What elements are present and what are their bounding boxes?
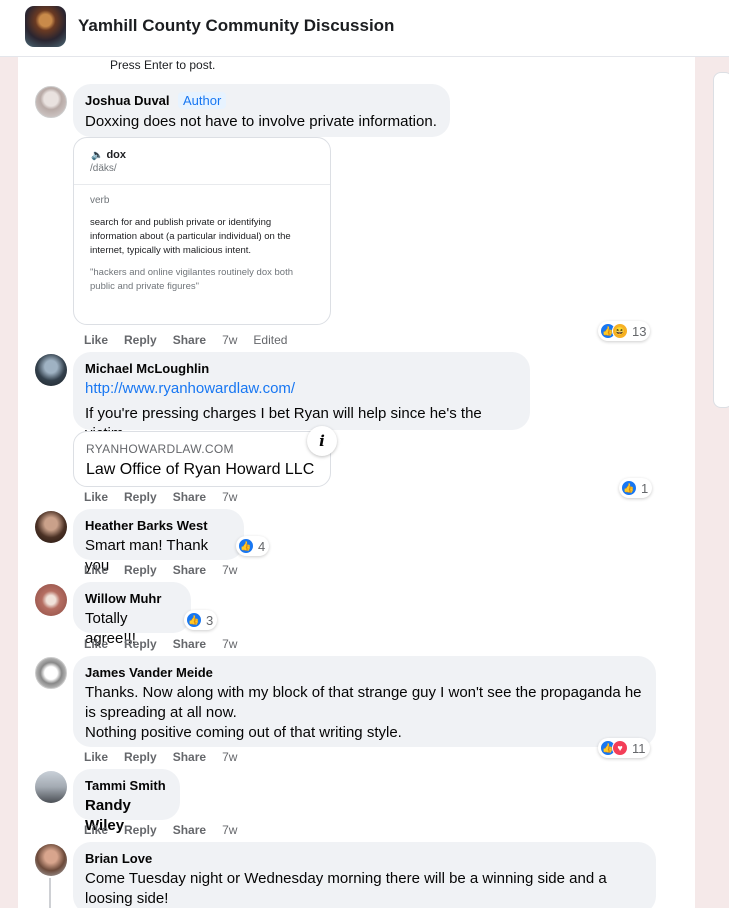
comment-author[interactable]: Tammi Smith [85, 778, 166, 793]
comment-actions: Like Reply Share 7w [84, 490, 253, 504]
share-button[interactable]: Share [173, 637, 206, 651]
comment-actions: Like Reply Share 7w Edited [84, 333, 303, 347]
reaction-summary[interactable]: 👍 1 [619, 478, 653, 498]
reaction-count: 1 [641, 480, 649, 496]
link-preview-card[interactable]: RYANHOWARDLAW.COM Law Office of Ryan How… [73, 431, 331, 487]
timestamp[interactable]: 7w [222, 637, 237, 651]
share-button[interactable]: Share [173, 750, 206, 764]
comment-bubble: Heather Barks West Smart man! Thank you [73, 509, 244, 574]
dict-pronunciation: /däks/ [90, 163, 117, 174]
share-button[interactable]: Share [173, 563, 206, 577]
comment-bubble: James Vander Meide Thanks. Now along wit… [73, 656, 656, 747]
divider [74, 184, 330, 185]
reaction-summary[interactable]: 👍 4 [236, 536, 270, 556]
comment-actions: Like Reply Share 7w [84, 563, 253, 577]
composer-hint: Press Enter to post. [110, 58, 216, 72]
like-button[interactable]: Like [84, 750, 108, 764]
comment-bubble: Willow Muhr Totally agree!!! [73, 582, 191, 647]
group-title[interactable]: Yamhill County Community Discussion [78, 16, 394, 36]
timestamp[interactable]: 7w [222, 823, 237, 837]
reaction-summary[interactable]: 👍 3 [184, 610, 218, 630]
avatar[interactable] [35, 771, 67, 803]
dict-definition: search for and publish private or identi… [90, 217, 291, 256]
reply-button[interactable]: Reply [124, 637, 157, 651]
info-icon[interactable]: i [307, 426, 337, 456]
like-button[interactable]: Like [84, 563, 108, 577]
dictionary-card[interactable]: 🔈 dox /däks/ verb search for and publish … [73, 137, 331, 325]
reaction-count: 13 [632, 323, 647, 339]
like-button[interactable]: Like [84, 823, 108, 837]
dict-word-row: 🔈 dox [91, 149, 126, 161]
comment-author[interactable]: Brian Love [85, 851, 152, 866]
reply-button[interactable]: Reply [124, 490, 157, 504]
comment-bubble: Joshua Duval Author Doxxing does not hav… [73, 84, 450, 137]
comment-bubble: Tammi Smith Randy Wiley [73, 769, 180, 834]
avatar[interactable] [35, 86, 67, 118]
comment-actions: Like Reply Share 7w [84, 750, 253, 764]
share-button[interactable]: Share [173, 490, 206, 504]
avatar[interactable] [35, 584, 67, 616]
comment-text-line: is spreading at all now. [85, 704, 237, 721]
dict-part-of-speech: verb [90, 195, 110, 206]
thread-line [49, 878, 51, 908]
like-button[interactable]: Like [84, 490, 108, 504]
timestamp[interactable]: 7w [222, 490, 237, 504]
reply-button[interactable]: Reply [124, 823, 157, 837]
author-badge: Author [177, 92, 227, 109]
reply-button[interactable]: Reply [124, 333, 157, 347]
share-button[interactable]: Share [173, 333, 206, 347]
link-title: Law Office of Ryan Howard LLC [86, 461, 315, 478]
haha-reaction-icon: 😆 [612, 323, 628, 339]
comment-actions: Like Reply Share 7w [84, 823, 253, 837]
like-reaction-icon: 👍 [621, 480, 637, 496]
comment-bubble: Brian Love Come Tuesday night or Wednesd… [73, 842, 656, 908]
reply-button[interactable]: Reply [124, 563, 157, 577]
avatar[interactable] [35, 511, 67, 543]
comment-text-line: Come Tuesday night or Wednesday morning … [85, 870, 607, 887]
dict-example: "hackers and online vigilantes routinely… [90, 267, 293, 292]
like-button[interactable]: Like [84, 333, 108, 347]
timestamp[interactable]: 7w [222, 750, 237, 764]
avatar[interactable] [35, 844, 67, 876]
avatar[interactable] [35, 354, 67, 386]
comment-bubble: Michael McLoughlin http://www.ryanhoward… [73, 352, 530, 442]
comment-link[interactable]: http://www.ryanhowardlaw.com/ [85, 379, 518, 399]
dict-word: dox [106, 149, 127, 161]
link-domain: RYANHOWARDLAW.COM [86, 442, 234, 456]
edited-label[interactable]: Edited [253, 333, 287, 347]
timestamp[interactable]: 7w [222, 563, 237, 577]
comment-text-line: Nothing positive coming out of that writ… [85, 724, 402, 741]
reaction-count: 11 [632, 740, 646, 756]
comment-author[interactable]: Michael McLoughlin [85, 361, 209, 376]
comment-actions: Like Reply Share 7w [84, 637, 253, 651]
group-header: Yamhill County Community Discussion [0, 0, 729, 57]
speaker-icon[interactable]: 🔈 [91, 150, 103, 161]
avatar[interactable] [35, 657, 67, 689]
like-reaction-icon: 👍 [186, 612, 202, 628]
comment-text-line: loosing side! [85, 890, 169, 907]
group-avatar[interactable] [25, 6, 66, 47]
comment-author[interactable]: Willow Muhr [85, 591, 161, 606]
reaction-summary[interactable]: 👍 😆 13 [598, 321, 651, 341]
comment-author[interactable]: James Vander Meide [85, 665, 213, 680]
reaction-summary[interactable]: 👍 ♥ 11 [598, 738, 650, 758]
reaction-count: 4 [258, 538, 266, 554]
timestamp[interactable]: 7w [222, 333, 237, 347]
love-reaction-icon: ♥ [612, 740, 628, 756]
like-button[interactable]: Like [84, 637, 108, 651]
comment-text-line: Thanks. Now along with my block of that … [85, 684, 642, 701]
comment-author[interactable]: Joshua Duval [85, 93, 170, 108]
reaction-count: 3 [206, 612, 214, 628]
reply-button[interactable]: Reply [124, 750, 157, 764]
share-button[interactable]: Share [173, 823, 206, 837]
comment-author[interactable]: Heather Barks West [85, 518, 208, 533]
like-reaction-icon: 👍 [238, 538, 254, 554]
comment-text: Doxxing does not have to involve private… [85, 113, 437, 130]
side-panel [713, 72, 729, 408]
